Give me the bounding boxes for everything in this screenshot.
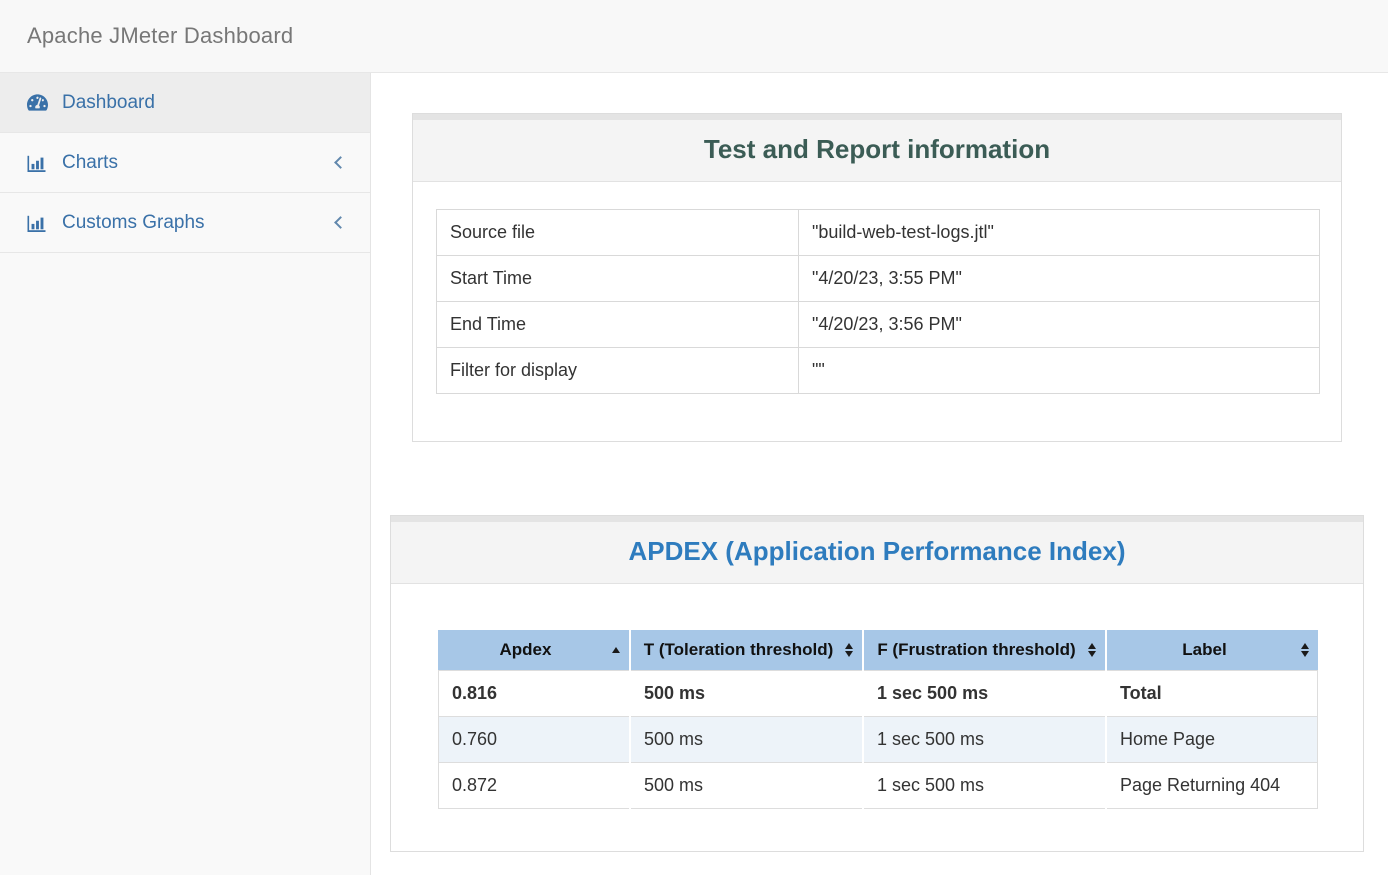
chevron-left-icon (334, 156, 347, 169)
info-value: "4/20/23, 3:56 PM" (799, 302, 1320, 348)
apdex-value: 0.760 (438, 717, 629, 763)
sort-asc-icon (612, 647, 620, 653)
frustration-value: 1 sec 500 ms (864, 717, 1105, 763)
toleration-value: 500 ms (631, 717, 862, 763)
sort-both-icon (845, 643, 853, 657)
panel-heading: Test and Report information (413, 114, 1341, 182)
frustration-value: 1 sec 500 ms (864, 670, 1105, 717)
table-row: End Time "4/20/23, 3:56 PM" (437, 302, 1320, 348)
column-header-frustration[interactable]: F (Frustration threshold) (864, 630, 1105, 670)
apdex-panel-title: APDEX (Application Performance Index) (391, 536, 1363, 567)
sort-both-icon (1088, 643, 1096, 657)
info-label: Source file (437, 210, 799, 256)
apdex-header-row: Apdex T (Toleration threshold) F (Frustr… (438, 630, 1318, 670)
info-label: Start Time (437, 256, 799, 302)
top-header-bar: Apache JMeter Dashboard (0, 0, 1388, 73)
info-value: "build-web-test-logs.jtl" (799, 210, 1320, 256)
sidebar-item-charts[interactable]: Charts (0, 133, 370, 193)
bar-chart-icon (27, 214, 51, 232)
info-value: "4/20/23, 3:55 PM" (799, 256, 1320, 302)
info-label: End Time (437, 302, 799, 348)
chevron-left-icon (334, 216, 347, 229)
apdex-row-page-returning-404: 0.872 500 ms 1 sec 500 ms Page Returning… (438, 763, 1318, 809)
test-report-info-panel: Test and Report information Source file … (412, 113, 1342, 442)
column-header-label[interactable]: Label (1107, 630, 1318, 670)
sidebar-item-label: Dashboard (62, 92, 155, 114)
toleration-value: 500 ms (631, 670, 862, 717)
bar-chart-icon (27, 154, 51, 172)
table-row: Source file "build-web-test-logs.jtl" (437, 210, 1320, 256)
column-header-apdex[interactable]: Apdex (438, 630, 629, 670)
main-content: Test and Report information Source file … (371, 73, 1388, 875)
panel-heading: APDEX (Application Performance Index) (391, 516, 1363, 584)
sidebar-item-customs-graphs[interactable]: Customs Graphs (0, 193, 370, 253)
apdex-row-home-page: 0.760 500 ms 1 sec 500 ms Home Page (438, 717, 1318, 763)
tachometer-icon (27, 93, 51, 112)
sidebar: Dashboard Charts Customs Graphs (0, 73, 371, 875)
label-value: Total (1107, 670, 1318, 717)
apdex-value: 0.872 (438, 763, 629, 809)
label-value: Home Page (1107, 717, 1318, 763)
app-title: Apache JMeter Dashboard (27, 23, 293, 49)
sidebar-item-label: Customs Graphs (62, 212, 205, 234)
sidebar-item-label: Charts (62, 152, 118, 174)
table-row: Filter for display "" (437, 348, 1320, 394)
table-row: Start Time "4/20/23, 3:55 PM" (437, 256, 1320, 302)
frustration-value: 1 sec 500 ms (864, 763, 1105, 809)
apdex-value: 0.816 (438, 670, 629, 717)
toleration-value: 500 ms (631, 763, 862, 809)
info-label: Filter for display (437, 348, 799, 394)
info-panel-title: Test and Report information (413, 134, 1341, 165)
sort-both-icon (1301, 643, 1309, 657)
label-value: Page Returning 404 (1107, 763, 1318, 809)
apdex-table: Apdex T (Toleration threshold) F (Frustr… (436, 630, 1320, 809)
sidebar-item-dashboard[interactable]: Dashboard (0, 73, 370, 133)
test-report-info-table: Source file "build-web-test-logs.jtl" St… (436, 209, 1320, 394)
info-value: "" (799, 348, 1320, 394)
apdex-row-total: 0.816 500 ms 1 sec 500 ms Total (438, 670, 1318, 717)
apdex-panel: APDEX (Application Performance Index) Ap… (390, 515, 1364, 852)
column-header-toleration[interactable]: T (Toleration threshold) (631, 630, 862, 670)
